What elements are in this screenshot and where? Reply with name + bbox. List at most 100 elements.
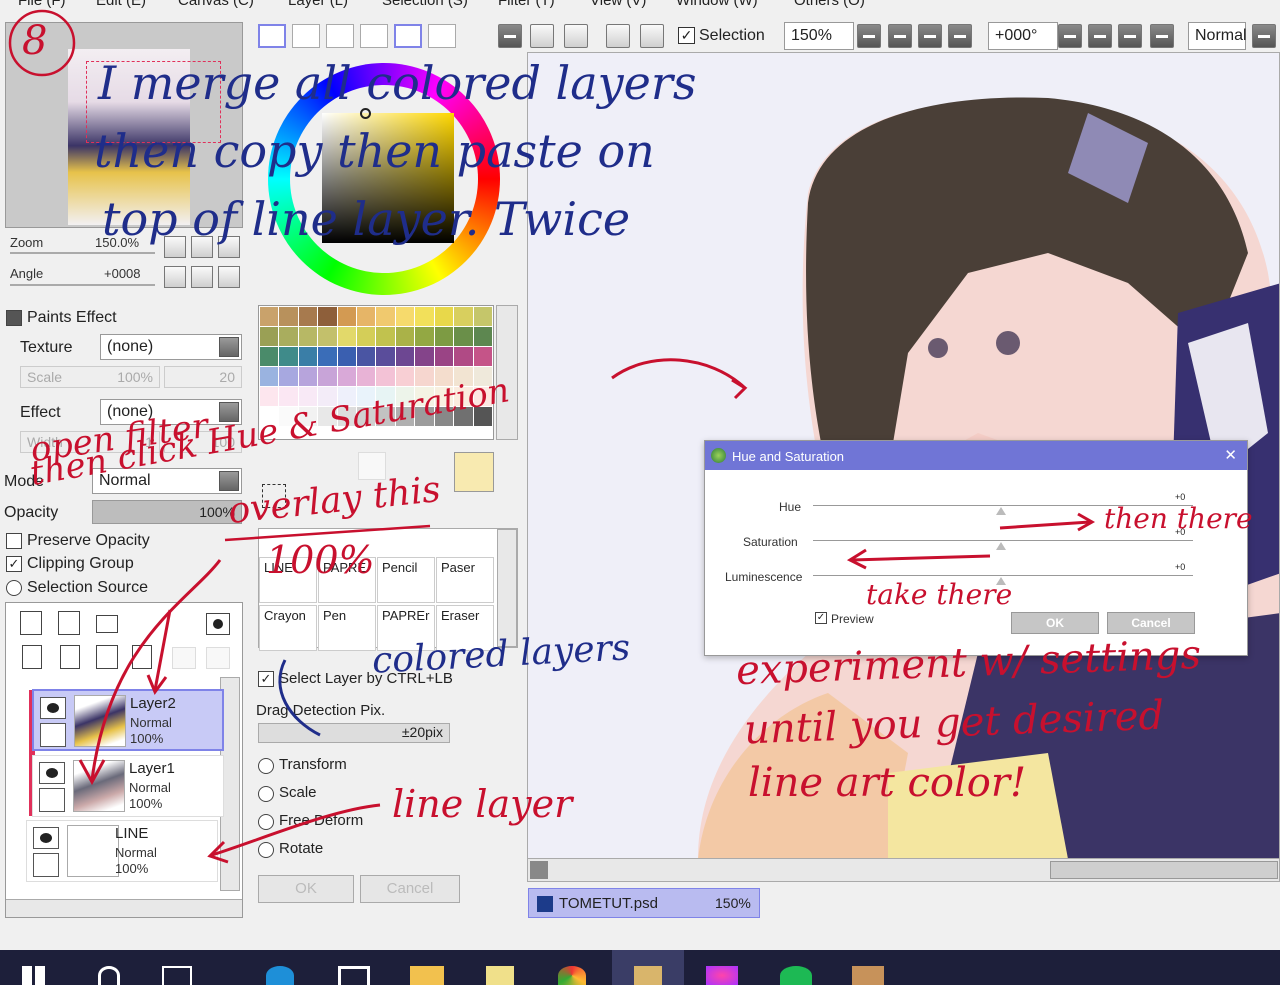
close-icon[interactable]: ✕ [1224,446,1237,464]
chrome-icon[interactable] [558,966,586,985]
color-swatch[interactable] [260,307,279,326]
transform-radio[interactable] [258,758,274,774]
color-swatch[interactable] [298,307,318,326]
layer-row-line[interactable]: LINE Normal 100% [26,820,218,882]
selection-checkbox[interactable]: ✓ [678,27,695,44]
eye-icon[interactable] [33,827,59,849]
windows-start-icon[interactable] [22,966,46,985]
search-icon[interactable] [98,966,120,985]
blend-mode-dropdown[interactable] [1252,24,1276,48]
color-swatch[interactable] [318,327,337,346]
texture-dropdown[interactable]: (none) [100,334,242,360]
color-swatch[interactable] [473,347,492,366]
figma-icon[interactable] [706,966,738,985]
nav-rotate-reset-button[interactable] [218,266,240,288]
color-swatch[interactable] [357,307,376,326]
color-swatch[interactable] [318,347,337,366]
select-layer-checkbox[interactable]: ✓ [258,671,274,687]
color-swatch[interactable] [279,347,298,366]
menu-selection[interactable]: Selection (S) [382,0,468,9]
rotate-left-button[interactable] [1088,24,1112,48]
zoom-dropdown-button[interactable] [857,24,881,48]
ok-button[interactable]: OK [1011,612,1099,634]
color-mix-tab[interactable] [360,24,388,48]
new-vector-layer-icon[interactable] [58,611,80,635]
color-swatch[interactable] [260,367,279,386]
redo-button[interactable] [564,24,588,48]
menu-window[interactable]: Window (W) [676,0,758,9]
dialog-titlebar[interactable]: Hue and Saturation ✕ [705,441,1247,470]
transfer-down-icon[interactable] [22,645,42,669]
clear-layer-icon[interactable] [96,645,118,669]
color-swatch[interactable] [279,367,298,386]
tool-paser[interactable]: Paser [436,557,494,603]
cancel-button[interactable]: Cancel [1107,612,1195,634]
zoom-in-button[interactable] [918,24,942,48]
color-swatch[interactable] [376,307,395,326]
color-swatch[interactable] [279,387,298,406]
color-swatch[interactable] [434,307,454,326]
menu-others[interactable]: Others (O) [794,0,865,9]
paint-app-icon[interactable] [852,966,884,985]
zoom-reset-button[interactable] [948,24,972,48]
sticky-notes-icon[interactable] [486,966,514,985]
color-swatch[interactable] [260,347,279,366]
rotate-radio[interactable] [258,842,274,858]
color-swatch[interactable] [376,327,395,346]
tool-scrollbar[interactable] [497,529,517,647]
hue-slider-thumb[interactable] [996,507,1006,515]
rotate-reset-button[interactable] [1150,24,1174,48]
free-deform-radio[interactable] [258,814,274,830]
color-swatch[interactable] [376,347,395,366]
menu-filter[interactable]: Filter (T) [498,0,555,9]
color-swatch[interactable] [415,307,434,326]
color-swatch[interactable] [279,307,298,326]
color-swatch[interactable] [415,347,434,366]
angle-field[interactable]: +000° [988,22,1058,50]
nav-rotate-right-button[interactable] [191,266,213,288]
menu-layer[interactable]: Layer (L) [288,0,348,9]
lock-icon[interactable] [33,853,59,877]
menu-canvas[interactable]: Canvas (C) [178,0,254,9]
menu-edit[interactable]: Edit (E) [96,0,146,9]
sai-active-tab[interactable] [612,950,684,985]
color-swatch[interactable] [337,347,357,366]
color-swatch[interactable] [434,327,454,346]
color-swatch[interactable] [260,387,279,406]
selection-source-radio[interactable] [6,580,22,596]
color-swatch[interactable] [395,307,415,326]
color-swatch[interactable] [357,367,376,386]
color-swatch[interactable] [318,367,337,386]
color-swatch[interactable] [376,367,395,386]
nav-rotate-left-button[interactable] [164,266,186,288]
deselect-button[interactable] [606,24,630,48]
edge-icon[interactable] [266,966,294,985]
color-swatch[interactable] [298,367,318,386]
eye-icon[interactable] [39,762,65,784]
layer-hscroll[interactable] [6,899,242,917]
color-swatch[interactable] [357,327,376,346]
task-view-icon[interactable] [162,966,192,985]
menu-view[interactable]: View (V) [590,0,646,9]
luminescence-slider[interactable] [813,575,1193,576]
primary-color-swatch[interactable] [454,452,494,492]
color-wheel-tab[interactable] [258,24,286,48]
preserve-opacity-checkbox[interactable] [6,533,22,549]
color-swatch[interactable] [337,327,357,346]
merge-down-icon[interactable] [60,645,80,669]
tool-pencil[interactable]: Pencil [377,557,435,603]
new-folder-icon[interactable] [96,615,118,633]
document-tab[interactable]: TOMETUT.psd 150% [528,888,760,918]
store-icon[interactable] [338,966,370,985]
layer-row-layer2[interactable]: Layer2 Normal 100% [32,689,224,751]
scale-radio[interactable] [258,786,274,802]
color-swatch[interactable] [357,347,376,366]
eye-icon[interactable] [40,697,66,719]
scratchpad-tab[interactable] [428,24,456,48]
lock-icon[interactable] [39,788,65,812]
tool-pen[interactable]: Pen [318,605,376,651]
drag-detection-slider[interactable]: ±20pix [258,723,450,743]
color-swatch[interactable] [395,367,415,386]
spotify-icon[interactable] [780,966,812,985]
layer-row-layer1[interactable]: Layer1 Normal 100% [32,755,224,817]
